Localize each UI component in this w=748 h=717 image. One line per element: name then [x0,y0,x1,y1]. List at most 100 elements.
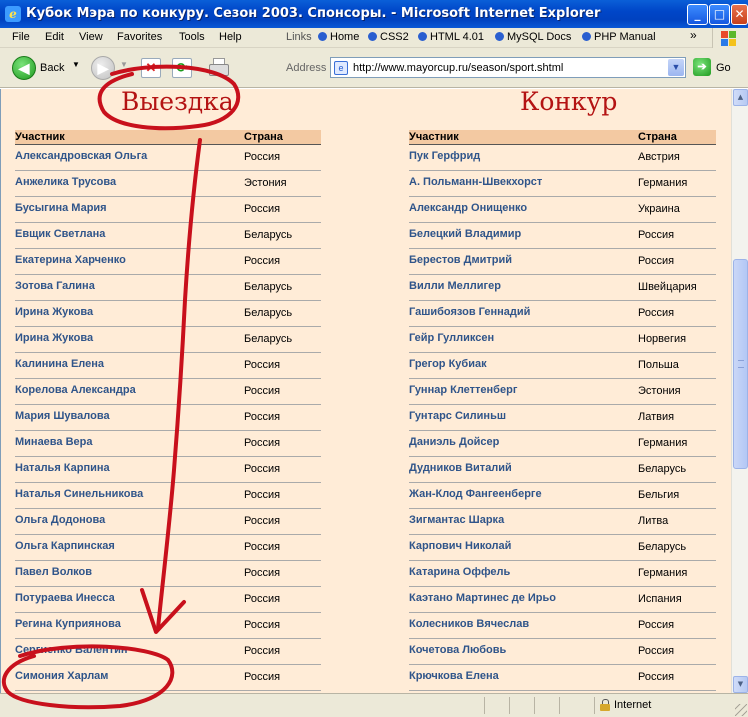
link-home-label: Home [330,31,360,43]
participant-link[interactable]: Гашибоязов Геннадий [409,306,530,318]
table-row: Наталья Карпина Россия [15,457,321,483]
table-row: Потураева Инесса Россия [15,587,321,613]
participant-link[interactable]: Павел Волков [15,566,92,578]
participant-link[interactable]: Наталья Карпина [15,462,110,474]
refresh-icon[interactable]: ⟳ [172,58,192,78]
participant-link[interactable]: Корелова Александра [15,384,136,396]
participant-link[interactable]: Колесников Вячеслав [409,618,529,630]
table-row: Ольга Карпинская Россия [15,535,321,561]
table-row: Анжелика Трусова Эстония [15,171,321,197]
scroll-down-arrow-icon[interactable]: ▼ [733,676,748,693]
participant-link[interactable]: Белецкий Владимир [409,228,521,240]
participant-link[interactable]: Мария Шувалова [15,410,110,422]
dressage-table: Участник Страна Александровская Ольга Рос… [15,130,321,691]
go-button-label[interactable]: Go [716,62,731,74]
participant-link[interactable]: Александровская Ольга [15,150,147,162]
go-arrow-icon[interactable]: ➔ [693,58,711,76]
participant-link[interactable]: А. Польманн-Швекхорст [409,176,542,188]
country-cell: Эстония [244,177,287,189]
participant-link[interactable]: Крючкова Елена [409,670,499,682]
menu-file[interactable]: File [12,31,30,43]
vertical-scrollbar[interactable]: ▲ ▼ [731,89,748,693]
menu-help[interactable]: Help [219,31,242,43]
table-row: Павел Волков Россия [15,561,321,587]
participant-link[interactable]: Александр Онищенко [409,202,527,214]
participant-link[interactable]: Ирина Жукова [15,306,93,318]
participant-link[interactable]: Дудников Виталий [409,462,512,474]
menu-view[interactable]: View [79,31,103,43]
participant-link[interactable]: Катарина Оффель [409,566,510,578]
scrollbar-thumb[interactable] [733,259,748,469]
stop-icon[interactable]: ✕ [141,58,161,78]
participant-link[interactable]: Жан-Клод Фангеенберге [409,488,542,500]
country-cell: Россия [638,255,675,267]
dressage-heading: Выездка [121,89,234,116]
menu-favorites[interactable]: Favorites [117,31,162,43]
participant-link[interactable]: Зотова Галина [15,280,95,292]
back-button-label[interactable]: Back [40,62,64,74]
country-cell: Россия [638,307,675,319]
link-html401[interactable]: HTML 4.01 [418,31,484,43]
scroll-up-arrow-icon[interactable]: ▲ [733,89,748,106]
participant-link[interactable]: Даниэль Дойсер [409,436,499,448]
participant-link[interactable]: Сергиенко Валентин [15,644,127,656]
links-overflow-chevron-icon[interactable]: » [690,28,697,42]
back-arrow-icon[interactable]: ◀ [12,56,36,80]
participant-link[interactable]: Гейр Гулликсен [409,332,494,344]
participant-link[interactable]: Потураева Инесса [15,592,115,604]
forward-history-dropdown-icon[interactable]: ▼ [120,60,128,69]
country-cell: Испания [638,593,682,605]
address-dropdown-icon[interactable]: ▼ [668,59,684,76]
back-history-dropdown-icon[interactable]: ▼ [72,60,80,69]
participant-link[interactable]: Екатерина Харченко [15,254,126,266]
participant-link[interactable]: Кочетова Любовь [409,644,506,656]
participant-link[interactable]: Гунтарс Силиньш [409,410,506,422]
standard-toolbar: ◀ Back ▼ ▶ ▼ ✕ ⟳ Address e ▼ ➔ Go [0,48,748,88]
participant-link[interactable]: Ирина Жукова [15,332,93,344]
forward-arrow-icon[interactable]: ▶ [91,56,115,80]
participant-link[interactable]: Регина Куприянова [15,618,121,630]
participant-link[interactable]: Гуннар Клеттенберг [409,384,517,396]
participant-link[interactable]: Берестов Дмитрий [409,254,512,266]
participant-link[interactable]: Каэтано Мартинес де Ирьо [409,592,556,604]
jumping-table: Участник Страна Пук Герфрид Австрия А. Пол… [409,130,716,691]
status-divider [484,697,485,714]
menu-tools[interactable]: Tools [179,31,205,43]
minimize-button[interactable]: _ [687,4,708,25]
participant-link[interactable]: Ольга Карпинская [15,540,115,552]
menu-edit[interactable]: Edit [45,31,64,43]
participant-link[interactable]: Калинина Елена [15,358,104,370]
printer-icon[interactable] [206,56,232,80]
table-row: Симония Харлам Россия [15,665,321,691]
maximize-button[interactable]: □ [709,4,730,25]
participant-link[interactable]: Грегор Кубиак [409,358,487,370]
participant-link[interactable]: Карпович Николай [409,540,511,552]
link-php-manual[interactable]: PHP Manual [582,31,656,43]
participant-link[interactable]: Анжелика Трусова [15,176,116,188]
country-cell: Латвия [638,411,675,423]
table-row: Даниэль Дойсер Германия [409,431,716,457]
participant-link[interactable]: Зигмантас Шарка [409,514,504,526]
country-cell: Россия [244,437,281,449]
participant-link[interactable]: Симония Харлам [15,670,108,682]
page-viewport: Выездка Конкур Участник Страна Александр… [0,89,731,693]
status-divider [559,697,560,714]
close-button[interactable]: ✕ [731,4,748,25]
participant-link[interactable]: Бусыгина Мария [15,202,107,214]
country-cell: Беларусь [638,463,687,475]
participant-link[interactable]: Минаева Вера [15,436,93,448]
participant-link[interactable]: Ольга Додонова [15,514,105,526]
resize-grip[interactable] [735,704,747,716]
participant-link[interactable]: Евщик Светлана [15,228,105,240]
participant-link[interactable]: Вилли Меллигер [409,280,501,292]
participant-link[interactable]: Наталья Синельникова [15,488,143,500]
link-home[interactable]: Home [318,31,359,43]
participant-link[interactable]: Пук Герфрид [409,150,480,162]
link-css2[interactable]: CSS2 [368,31,409,43]
address-input[interactable] [353,60,663,75]
country-cell: Норвегия [638,333,687,345]
link-mysql-docs[interactable]: MySQL Docs [495,31,571,43]
jumping-heading: Конкур [520,89,618,116]
address-bar[interactable]: e ▼ [330,57,686,78]
table-row: Каэтано Мартинес де Ирьо Испания [409,587,716,613]
